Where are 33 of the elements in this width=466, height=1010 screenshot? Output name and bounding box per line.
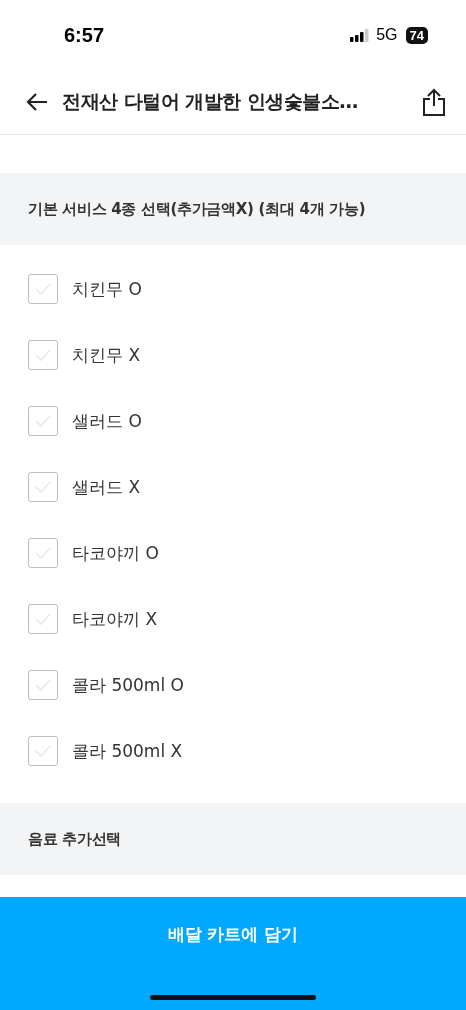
checkbox[interactable] [28,670,58,700]
check-icon [35,415,51,427]
check-icon [35,283,51,295]
option-label[interactable]: 샐러드 O [72,409,142,433]
network-label: 5G [376,26,398,44]
section-title: 기본 서비스 4종 선택(추가금액X) (최대 4개 가능) [28,199,366,219]
checkbox[interactable] [28,604,58,634]
check-icon [35,349,51,361]
battery-level: 74 [405,26,428,44]
option-label[interactable]: 치킨무 O [72,277,142,301]
status-time: 6:57 [64,23,106,47]
option-label[interactable]: 타코야끼 O [72,541,159,565]
page-title: 전재산 다털어 개발한 인생숯불소… [62,89,359,114]
checkbox[interactable] [28,736,58,766]
checkbox[interactable] [28,538,58,568]
checkbox[interactable] [28,340,58,370]
option-label[interactable]: 콜라 500ml X [72,739,183,763]
option-label[interactable]: 샐러드 X [72,475,141,499]
option-label[interactable]: 콜라 500ml O [72,673,184,697]
check-icon [35,745,51,757]
checkbox[interactable] [28,274,58,304]
check-icon [35,547,51,559]
back-arrow-icon[interactable] [26,93,48,111]
checkbox[interactable] [28,406,58,436]
share-icon[interactable] [422,88,446,116]
section-title: 음료 추가선택 [28,829,122,849]
option-label[interactable]: 타코야끼 X [72,607,158,631]
signal-icon [350,28,371,42]
option-label[interactable]: 치킨무 X [72,343,141,367]
check-icon [35,679,51,691]
check-icon [35,481,51,493]
checkbox[interactable] [28,472,58,502]
check-icon [35,613,51,625]
